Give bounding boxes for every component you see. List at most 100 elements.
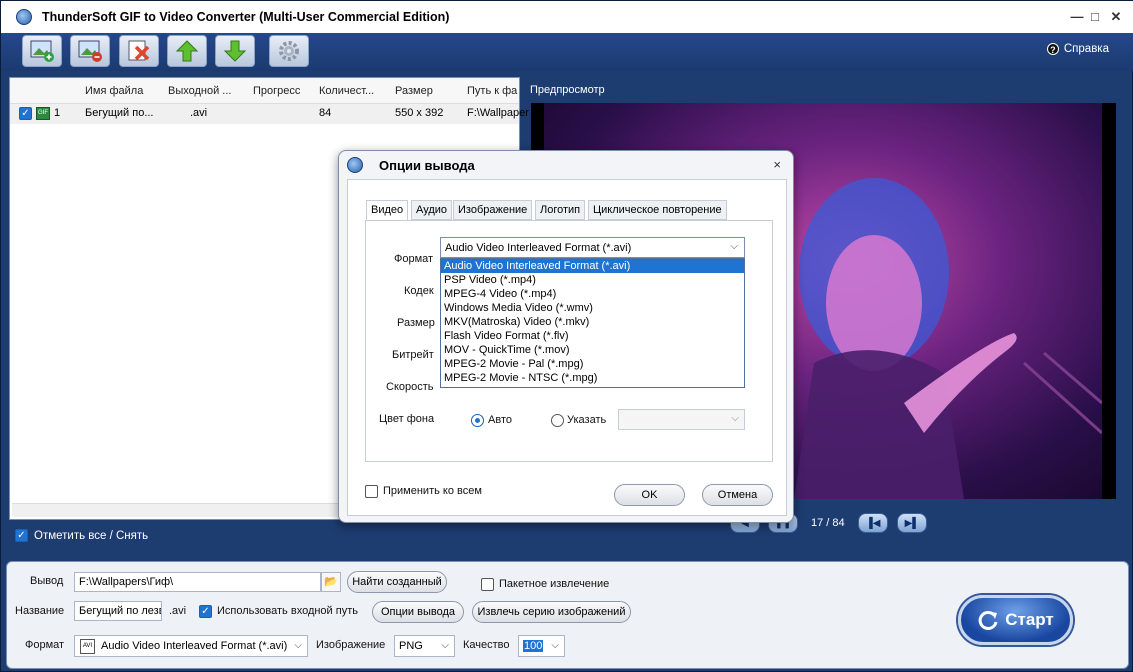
specify-radio[interactable] — [551, 414, 564, 427]
browse-folder-icon[interactable]: 📂 — [321, 572, 341, 592]
format-value: Audio Video Interleaved Format (*.avi) — [101, 640, 288, 652]
bitrate-label: Битрейт — [392, 349, 434, 361]
find-created-button[interactable]: Найти созданный — [347, 571, 447, 593]
chevron-down-icon: ⌵ — [551, 640, 559, 651]
remove-image-icon — [78, 40, 102, 62]
tab-audio[interactable]: Аудио — [411, 200, 453, 220]
select-all-checkbox[interactable]: ✓ — [15, 529, 28, 542]
move-up-button[interactable] — [167, 35, 207, 67]
dropdown-option[interactable]: MPEG-2 Movie - Pal (*.mpg) — [441, 357, 744, 371]
gear-icon — [279, 41, 299, 61]
image-label: Изображение — [316, 639, 386, 651]
arrow-up-icon — [175, 40, 199, 62]
format-select[interactable]: AVI Audio Video Interleaved Format (*.av… — [74, 635, 308, 657]
output-options-dialog: Опции вывода × Видео Аудио Изображение Л… — [338, 150, 794, 523]
auto-label: Авто — [488, 414, 512, 426]
file-list-header: Имя файла Выходной ... Прогресс Количест… — [10, 78, 519, 104]
use-input-path-checkbox[interactable]: ✓ — [199, 605, 212, 618]
dialog-format-select[interactable]: Audio Video Interleaved Format (*.avi) ⌵ — [440, 237, 745, 258]
extract-images-button[interactable]: Извлечь серию изображений — [472, 601, 631, 623]
window-title: ThunderSoft GIF to Video Converter (Mult… — [42, 10, 450, 24]
table-row[interactable]: ✓ GIF 1 Бегущий по... .avi 84 550 x 392 … — [10, 104, 529, 124]
quality-value: 100 — [523, 640, 544, 652]
gif-file-icon: GIF — [36, 107, 50, 120]
name-label: Название — [15, 605, 65, 617]
dropdown-option[interactable]: Flash Video Format (*.flv) — [441, 329, 744, 343]
size-label: Размер — [397, 317, 435, 329]
frame-counter: 17 / 84 — [811, 517, 845, 529]
format-label: Формат — [394, 253, 434, 265]
start-label: Старт — [1005, 610, 1054, 629]
quality-select[interactable]: 100 ⌵ — [518, 635, 565, 657]
refresh-icon — [978, 610, 998, 630]
col-progress[interactable]: Прогресс — [253, 85, 300, 97]
dropdown-option[interactable]: MPEG-4 Video (*.mp4) — [441, 287, 744, 301]
next-frame-button[interactable]: ▶▌ — [897, 513, 927, 533]
avi-file-icon: AVI — [80, 639, 95, 654]
select-all-toggle[interactable]: ✓ Отметить все / Снять — [15, 529, 148, 542]
auto-radio[interactable] — [471, 414, 484, 427]
dropdown-option[interactable]: MPEG-2 Movie - NTSC (*.mpg) — [441, 371, 744, 385]
batch-extract-label: Пакетное извлечение — [499, 578, 610, 590]
dropdown-option[interactable]: PSP Video (*.mp4) — [441, 273, 744, 287]
minimize-button[interactable]: — — [1067, 7, 1087, 27]
remove-file-button[interactable] — [70, 35, 110, 67]
row-count: 84 — [319, 107, 332, 119]
cancel-button[interactable]: Отмена — [702, 484, 773, 506]
quality-label: Качество — [463, 639, 510, 651]
dialog-title-bar: Опции вывода × — [339, 151, 793, 179]
dialog-body: Видео Аудио Изображение Логотип Цикличес… — [347, 179, 787, 516]
dialog-title: Опции вывода — [379, 158, 475, 173]
dropdown-option[interactable]: Windows Media Video (*.wmv) — [441, 301, 744, 315]
chevron-down-icon: ⌵ — [294, 640, 302, 651]
add-image-icon — [30, 40, 54, 62]
app-icon — [347, 157, 363, 173]
tab-video[interactable]: Видео — [366, 200, 409, 221]
start-button[interactable]: Старт — [958, 595, 1073, 645]
move-down-button[interactable] — [215, 35, 255, 67]
col-filename[interactable]: Имя файла — [85, 85, 143, 97]
chevron-down-icon: ⌵ — [441, 640, 449, 651]
first-frame-button[interactable]: ▐◀ — [858, 513, 888, 533]
dropdown-option[interactable]: MOV - QuickTime (*.mov) — [441, 343, 744, 357]
maximize-button[interactable]: □ — [1085, 7, 1105, 27]
row-checkbox[interactable]: ✓ — [19, 107, 32, 120]
help-icon: ? — [1046, 43, 1059, 55]
batch-extract-checkbox[interactable] — [481, 578, 494, 591]
output-path-field[interactable]: F:\Wallpapers\Гиф\ — [74, 572, 321, 592]
title-bar: ThunderSoft GIF to Video Converter (Mult… — [1, 1, 1133, 33]
help-link[interactable]: ? Справка — [1046, 43, 1109, 55]
col-count[interactable]: Количест... — [319, 85, 374, 97]
clear-list-button[interactable] — [119, 35, 159, 67]
col-path[interactable]: Путь к фа — [467, 85, 517, 97]
tab-loop[interactable]: Циклическое повторение — [588, 200, 727, 220]
color-select[interactable]: ⌵ — [618, 409, 745, 430]
app-icon — [16, 9, 32, 25]
dialog-format-value: Audio Video Interleaved Format (*.avi) — [445, 242, 632, 254]
settings-button[interactable] — [269, 35, 309, 67]
skip-back-icon: ▐◀ — [865, 517, 881, 529]
ok-button[interactable]: OK — [614, 484, 685, 506]
image-format-value: PNG — [399, 640, 423, 652]
dialog-close-button[interactable]: × — [773, 157, 781, 172]
name-field[interactable]: Бегущий по лезв — [74, 601, 162, 621]
bg-color-label: Цвет фона — [379, 413, 435, 425]
apply-all-label: Применить ко всем — [383, 485, 482, 497]
tab-logo[interactable]: Логотип — [535, 200, 586, 220]
col-size[interactable]: Размер — [395, 85, 433, 97]
apply-all-checkbox[interactable] — [365, 485, 378, 498]
format-dropdown-list: Audio Video Interleaved Format (*.avi) P… — [440, 258, 745, 388]
close-button[interactable]: ✕ — [1106, 7, 1126, 27]
col-output[interactable]: Выходной ... — [168, 85, 231, 97]
chevron-down-icon: ⌵ — [730, 241, 738, 252]
tab-image[interactable]: Изображение — [453, 200, 533, 220]
output-options-button[interactable]: Опции вывода — [372, 601, 464, 623]
add-file-button[interactable] — [22, 35, 62, 67]
skip-forward-icon: ▶▌ — [904, 517, 920, 529]
use-input-path-label: Использовать входной путь — [217, 605, 358, 617]
dropdown-option[interactable]: MKV(Matroska) Video (*.mkv) — [441, 315, 744, 329]
image-format-select[interactable]: PNG ⌵ — [394, 635, 455, 657]
dropdown-option[interactable]: Audio Video Interleaved Format (*.avi) — [441, 259, 744, 273]
arrow-down-icon — [223, 40, 247, 62]
output-label: Вывод — [30, 575, 64, 587]
